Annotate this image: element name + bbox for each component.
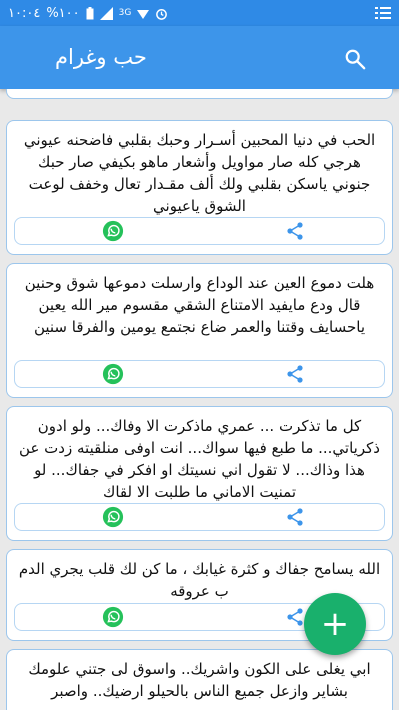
- card-actions: [14, 360, 385, 388]
- status-right: [375, 6, 391, 20]
- alarm-icon: [156, 8, 168, 20]
- share-icon[interactable]: [285, 364, 305, 384]
- quote-text: الحب في دنيا المحبين أسـرار وحبك بقلبي ف…: [23, 131, 376, 215]
- battery-icon: [86, 6, 94, 19]
- signal-icon: [99, 6, 113, 20]
- share-icon[interactable]: [285, 507, 305, 527]
- list-item: ابي يغلى على الكون واشريك.. واسوق لى جتن…: [6, 649, 393, 710]
- list-item: كل ما تذكرت ... عمري ماذكرت الا وفاك... …: [6, 406, 393, 541]
- card-actions: [14, 503, 385, 531]
- share-icon[interactable]: [285, 221, 305, 241]
- quote-text: ابي يغلى على الكون واشريك.. واسوق لى جتن…: [28, 660, 371, 700]
- wifi-icon: [137, 10, 150, 19]
- battery-level: %١٠٠: [46, 5, 80, 21]
- card-actions: [14, 217, 385, 245]
- whatsapp-icon[interactable]: [102, 606, 124, 628]
- list-item: هلت دموع العين عند الوداع وارسلت دموعها …: [6, 263, 393, 398]
- status-bar: ١٠:٠٤ %١٠٠ 3G: [0, 0, 399, 26]
- clock-time: ١٠:٠٤: [8, 5, 41, 21]
- whatsapp-icon[interactable]: [102, 506, 124, 528]
- status-left: ١٠:٠٤ %١٠٠ 3G: [8, 6, 168, 21]
- search-icon[interactable]: [344, 48, 366, 70]
- list-item: الحب في دنيا المحبين أسـرار وحبك بقلبي ف…: [6, 120, 393, 255]
- quote-text: كل ما تذكرت ... عمري ماذكرت الا وفاك... …: [19, 417, 380, 501]
- list-icon[interactable]: [375, 6, 391, 20]
- network-type: 3G: [118, 8, 132, 18]
- whatsapp-icon[interactable]: [102, 363, 124, 385]
- app-bar: حب وغرام: [0, 26, 399, 89]
- quote-text: هلت دموع العين عند الوداع وارسلت دموعها …: [24, 274, 375, 336]
- list-item-partial: [6, 89, 393, 99]
- add-label: +: [320, 604, 350, 644]
- add-button[interactable]: +: [304, 593, 366, 655]
- share-icon[interactable]: [285, 607, 305, 627]
- app-title: حب وغرام: [55, 45, 147, 69]
- whatsapp-icon[interactable]: [102, 220, 124, 242]
